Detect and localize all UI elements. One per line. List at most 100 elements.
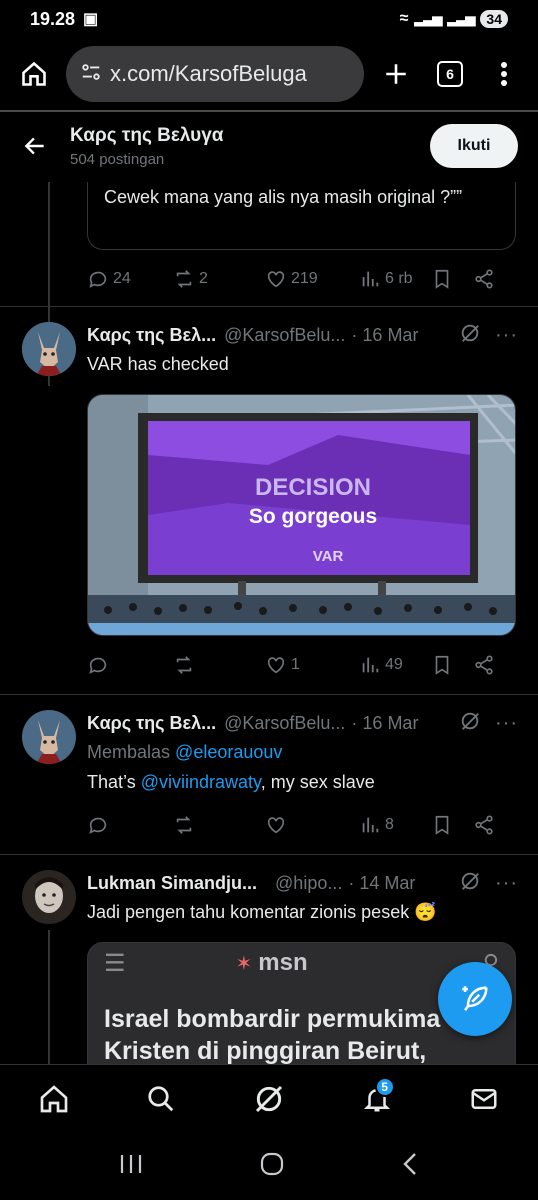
like-button[interactable]: 1 [265, 654, 359, 676]
url-text: x.com/KarsofBeluga [110, 61, 307, 86]
reply-icon [89, 817, 107, 834]
post-date[interactable]: · 16 Mar [351, 713, 418, 734]
media-title: DECISION [255, 474, 371, 501]
share-icon [475, 269, 493, 289]
notification-badge: 5 [374, 1076, 395, 1097]
recents-icon[interactable] [118, 1152, 144, 1181]
post-text: Jadi pengen tahu komentar zionis pesek 😴 [87, 902, 518, 923]
like-button[interactable]: 219 [265, 268, 359, 290]
status-bar: 19.28 ▣ ≈ ▂▃▅ ▂▃▅ 34 [0, 0, 538, 38]
post-count: 504 postingan [70, 150, 165, 168]
reply-button[interactable] [87, 814, 173, 836]
bookmark-button[interactable] [431, 654, 473, 676]
reply-prefix: Membalas [87, 742, 171, 762]
views-count: 49 [385, 656, 403, 673]
post-divider [0, 854, 538, 855]
tab-switcher-button[interactable]: 6 [428, 52, 472, 96]
back-arrow-icon[interactable] [0, 133, 70, 159]
author-handle[interactable]: @KarsofBelu... [224, 325, 345, 346]
like-button[interactable] [265, 814, 359, 836]
author-handle[interactable]: @hipo... [275, 873, 342, 894]
system-navigation [0, 1132, 538, 1200]
site-settings-icon[interactable] [80, 61, 102, 88]
author-name[interactable]: Lukman Simandju... [87, 873, 257, 894]
avatar[interactable] [22, 710, 76, 764]
compose-button[interactable] [438, 962, 512, 1036]
avatar[interactable] [22, 322, 76, 376]
post-divider [0, 306, 538, 307]
tab-count: 6 [437, 61, 463, 87]
author-name[interactable]: Καρς της Βελ... [87, 713, 216, 734]
battery-indicator: 34 [480, 10, 508, 28]
new-tab-icon[interactable] [374, 52, 418, 96]
more-options-icon[interactable]: ··· [495, 872, 518, 895]
reply-button[interactable] [87, 654, 173, 676]
grok-icon[interactable] [459, 322, 481, 349]
views-icon [362, 271, 379, 287]
mail-icon [471, 1088, 497, 1109]
post-date[interactable]: · 14 Mar [348, 873, 415, 894]
browser-toolbar: x.com/KarsofBeluga 6 [0, 40, 538, 108]
reply-icon [89, 657, 107, 674]
browser-menu-icon[interactable] [482, 52, 526, 96]
post-date[interactable]: · 16 Mar [351, 325, 418, 346]
bookmark-button[interactable] [431, 814, 473, 836]
quoted-post-tail[interactable]: Cewek mana yang alis nya masih original … [87, 182, 516, 250]
more-options-icon[interactable]: ··· [495, 324, 518, 347]
views-icon [362, 817, 379, 833]
compose-feather-icon [462, 986, 488, 1012]
reply-to-link[interactable]: @eleorauouv [175, 742, 282, 762]
bookmark-button[interactable] [431, 268, 473, 290]
share-button[interactable] [473, 268, 495, 290]
author-handle[interactable]: @KarsofBelu... [224, 713, 345, 734]
views-button[interactable]: 8 [359, 814, 431, 836]
media-brand: VAR [313, 548, 344, 565]
nav-search[interactable] [131, 1069, 191, 1129]
author-name[interactable]: Καρς της Βελ... [87, 325, 216, 346]
share-button[interactable] [473, 654, 495, 676]
card-brand: msn [258, 949, 308, 976]
search-icon [148, 1085, 174, 1111]
post-actions: 24 2 219 6 rb [87, 264, 519, 294]
home-button-icon[interactable] [259, 1151, 285, 1182]
address-bar[interactable]: x.com/KarsofBeluga [66, 46, 364, 102]
like-count: 1 [291, 656, 300, 673]
timeline[interactable]: Cewek mana yang alis nya masih original … [0, 112, 538, 1064]
menu-icon: ☰ [104, 949, 126, 977]
share-icon [475, 655, 493, 675]
bookmark-icon [435, 269, 449, 289]
repost-button[interactable] [173, 814, 265, 836]
back-icon[interactable] [400, 1151, 420, 1182]
nav-grok[interactable] [239, 1069, 299, 1129]
views-count: 8 [385, 816, 394, 833]
nav-home[interactable] [24, 1069, 84, 1129]
views-button[interactable]: 6 rb [359, 268, 431, 290]
repost-icon [176, 270, 192, 288]
mention-link[interactable]: @viviindrawaty [141, 772, 261, 792]
home-icon [40, 1084, 68, 1112]
like-count: 219 [291, 270, 318, 287]
reply-button[interactable]: 24 [87, 268, 173, 290]
follow-button[interactable]: Ikuti [430, 124, 518, 168]
post-header: Καρς της Βελ... @KarsofBelu... · 16 Mar … [87, 710, 518, 736]
share-button[interactable] [473, 814, 495, 836]
post-header: Καρς της Βελ... @KarsofBelu... · 16 Mar … [87, 322, 518, 348]
avatar[interactable] [22, 870, 76, 924]
post-header: Lukman Simandju... @hipo... · 14 Mar ··· [87, 870, 518, 896]
repost-button[interactable]: 2 [173, 268, 265, 290]
nav-messages[interactable] [454, 1069, 514, 1129]
post-image[interactable]: DECISION So gorgeous VAR [87, 394, 516, 636]
views-button[interactable]: 49 [359, 654, 431, 676]
reply-context: Membalas @eleorauouv [87, 742, 518, 763]
grok-icon[interactable] [459, 710, 481, 737]
heart-icon [267, 271, 285, 288]
home-icon[interactable] [12, 52, 56, 96]
reply-icon [89, 271, 107, 288]
repost-button[interactable] [173, 654, 265, 676]
signal-icon: ▂▃▅ [414, 11, 442, 26]
nav-notifications[interactable]: 5 [347, 1069, 407, 1129]
card-headline-line2: Kristen di pinggiran Beirut, [104, 1037, 427, 1064]
more-options-icon[interactable]: ··· [495, 712, 518, 735]
grok-icon[interactable] [459, 870, 481, 897]
reply-count: 24 [113, 270, 131, 287]
